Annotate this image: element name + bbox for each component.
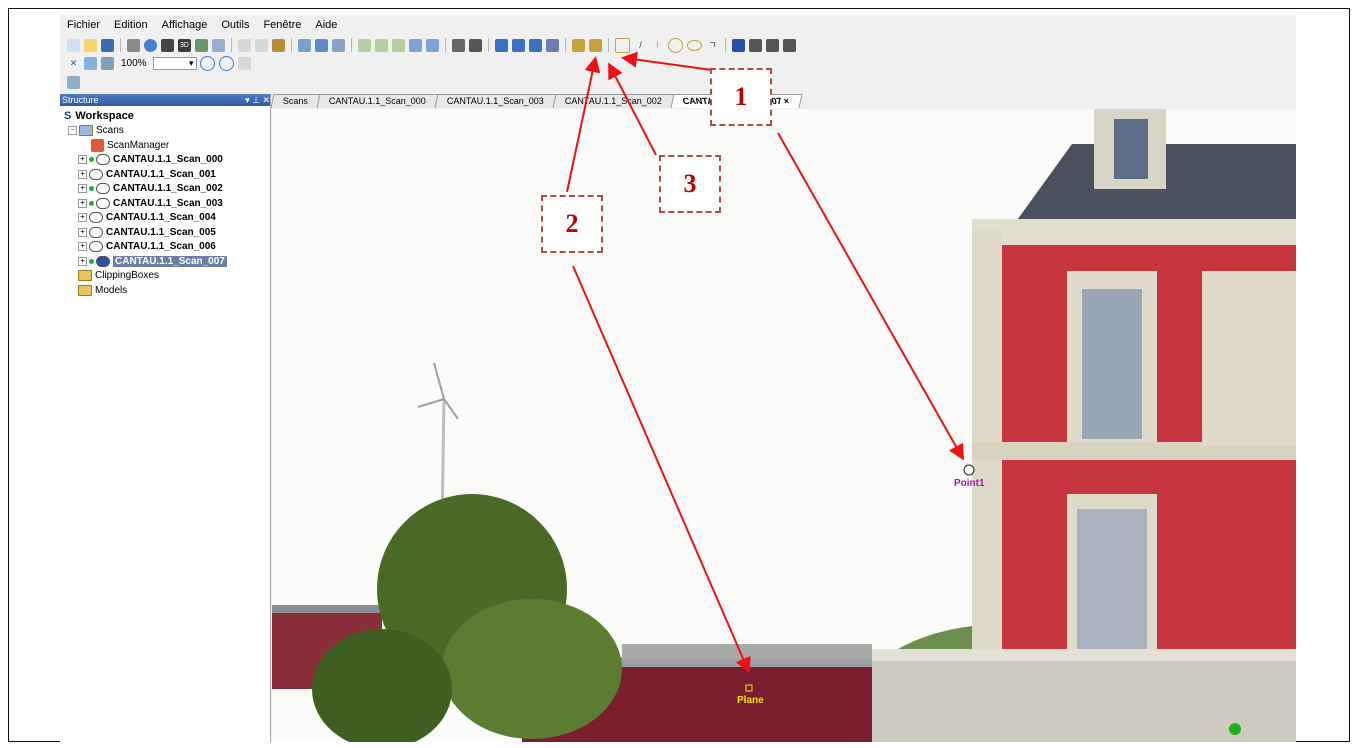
- arrow-1-point: [777, 132, 964, 461]
- annotation-overlay: [566, 51, 964, 674]
- callout-2: 2: [541, 195, 603, 253]
- arrow-2-plane: [572, 265, 751, 674]
- arrow-2-toolbar: [566, 56, 601, 193]
- arrow-1-toolbar: [621, 51, 713, 71]
- callout-3: 3: [659, 155, 721, 213]
- arrow-3-toolbar: [608, 62, 657, 156]
- callout-1: 1: [710, 68, 772, 126]
